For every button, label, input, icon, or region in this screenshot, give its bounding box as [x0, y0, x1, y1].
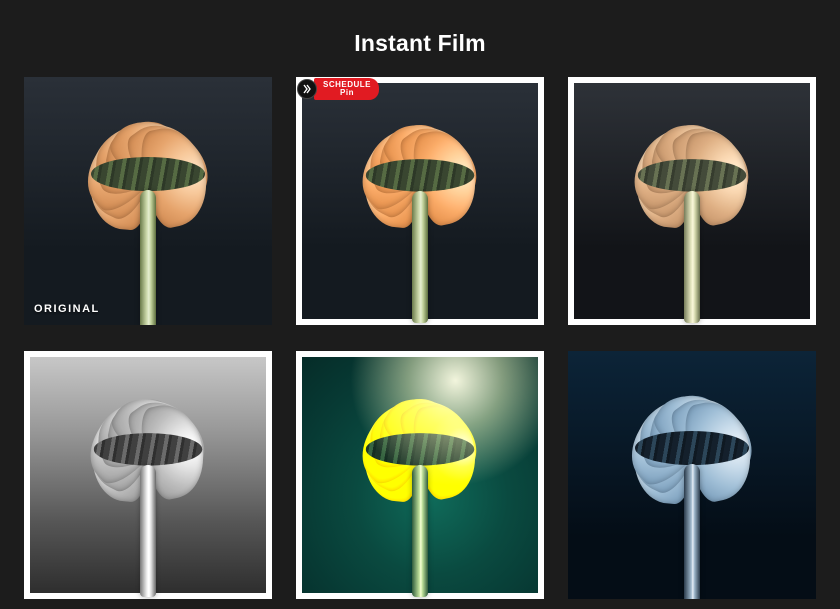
thumbnail-image [302, 83, 538, 319]
thumbnail-image [302, 357, 538, 593]
thumbnail-image [30, 357, 266, 593]
thumbnail-image [24, 77, 272, 325]
filter-gallery-page: Instant Film ORIGINAL [0, 0, 840, 609]
schedule-pin-label: SCHEDULE Pin [314, 78, 379, 100]
filter-tile-variant-3[interactable] [24, 351, 272, 599]
thumbnail-image [574, 83, 810, 319]
filter-tile-variant-4[interactable] [296, 351, 544, 599]
schedule-pin-line2: Pin [340, 89, 354, 97]
filter-tile-variant-5[interactable] [568, 351, 816, 599]
filter-tile-variant-1[interactable]: SCHEDULE Pin [296, 77, 544, 325]
schedule-pin-badge[interactable]: SCHEDULE Pin [297, 78, 379, 100]
original-label: ORIGINAL [34, 303, 100, 315]
filter-grid: ORIGINAL [24, 77, 816, 599]
page-title: Instant Film [0, 30, 840, 57]
filter-tile-variant-2[interactable] [568, 77, 816, 325]
thumbnail-image [568, 351, 816, 599]
chevrons-right-icon [297, 79, 317, 99]
filter-tile-original[interactable]: ORIGINAL [24, 77, 272, 325]
